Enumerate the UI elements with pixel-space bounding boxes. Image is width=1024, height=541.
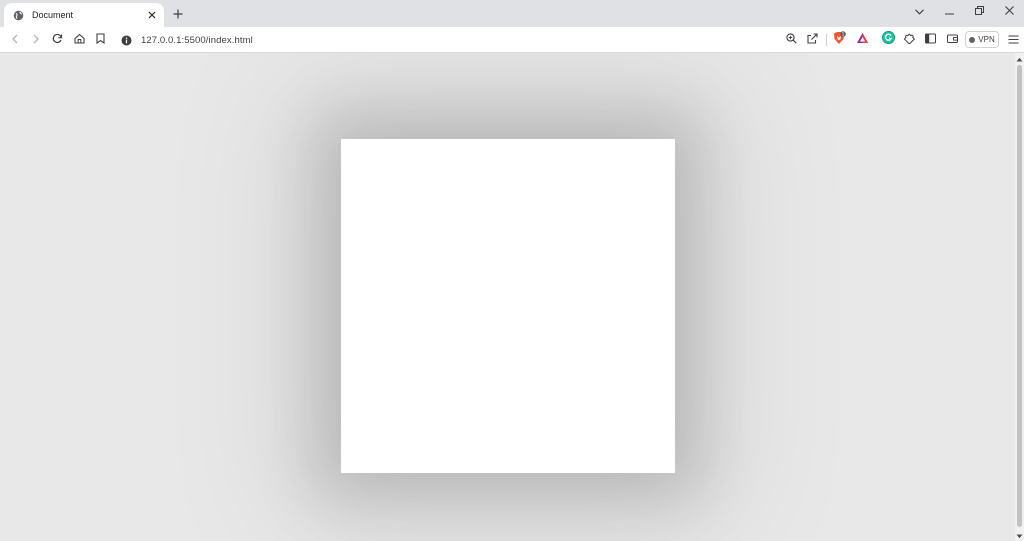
address-bar[interactable]: 127.0.0.1:5500/index.html: [116, 30, 776, 50]
scroll-down-arrow-icon[interactable]: [1016, 532, 1023, 540]
vpn-button[interactable]: VPN: [965, 31, 999, 48]
scroll-up-arrow-icon[interactable]: [1016, 55, 1023, 63]
vpn-label: VPN: [978, 35, 995, 44]
tab-strip: Document: [0, 0, 1024, 27]
home-icon: [73, 31, 85, 49]
scrollbar-thumb[interactable]: [1017, 65, 1022, 527]
forward-button[interactable]: [28, 32, 44, 48]
sidebar-button[interactable]: [922, 32, 938, 48]
minimize-button[interactable]: [934, 0, 964, 22]
globe-icon: [12, 9, 24, 21]
home-button[interactable]: [71, 32, 87, 48]
puzzle-icon: [903, 31, 916, 49]
vpn-status-icon: [969, 36, 976, 43]
toolbar-divider: [826, 34, 827, 46]
minimize-icon: [944, 2, 954, 20]
share-button[interactable]: [804, 32, 820, 48]
reload-button[interactable]: [49, 32, 65, 48]
zoom-button[interactable]: [783, 32, 799, 48]
menu-button[interactable]: [1005, 32, 1021, 48]
brave-rewards-icon: [856, 31, 869, 49]
tab-title: Document: [32, 10, 74, 20]
url-text: 127.0.0.1:5500/index.html: [141, 34, 253, 46]
vertical-scrollbar[interactable]: [1015, 53, 1024, 541]
page-viewport: [0, 53, 1015, 541]
content-box: [341, 139, 675, 473]
grammarly-icon: [881, 31, 895, 49]
new-tab-button[interactable]: [170, 6, 186, 22]
tab-search-button[interactable]: [904, 0, 934, 22]
extensions-button[interactable]: [901, 32, 917, 48]
bookmark-icon: [95, 31, 105, 49]
restore-icon: [974, 2, 984, 20]
restore-button[interactable]: [964, 0, 994, 22]
bookmark-button[interactable]: [92, 32, 108, 48]
brave-rewards-button[interactable]: [854, 32, 870, 48]
zoom-icon: [785, 31, 797, 49]
chevron-down-icon: [914, 2, 924, 20]
wallet-button[interactable]: [944, 32, 960, 48]
tab-document[interactable]: Document: [4, 3, 164, 27]
share-icon: [806, 31, 818, 49]
window-controls: [904, 0, 1024, 22]
arrow-left-icon: [11, 31, 19, 49]
back-button[interactable]: [7, 32, 23, 48]
wallet-icon: [946, 31, 958, 49]
info-icon[interactable]: [120, 34, 132, 46]
brave-shields-button[interactable]: 1: [831, 30, 847, 50]
hamburger-menu-icon: [1008, 31, 1019, 49]
reload-icon: [52, 31, 63, 49]
close-window-button[interactable]: [994, 0, 1024, 22]
toolbar: 127.0.0.1:5500/index.html 1 VPN: [0, 27, 1024, 53]
grammarly-button[interactable]: [880, 31, 896, 49]
sidebar-icon: [924, 31, 936, 49]
brave-shield-icon: 1: [832, 30, 846, 50]
shields-badge: 1: [842, 31, 845, 36]
close-icon[interactable]: [146, 9, 158, 21]
close-icon: [1004, 2, 1014, 20]
browser-window: Document 127.0.0.1:5500/index.html 1 VPN: [0, 0, 1024, 541]
arrow-right-icon: [32, 31, 40, 49]
